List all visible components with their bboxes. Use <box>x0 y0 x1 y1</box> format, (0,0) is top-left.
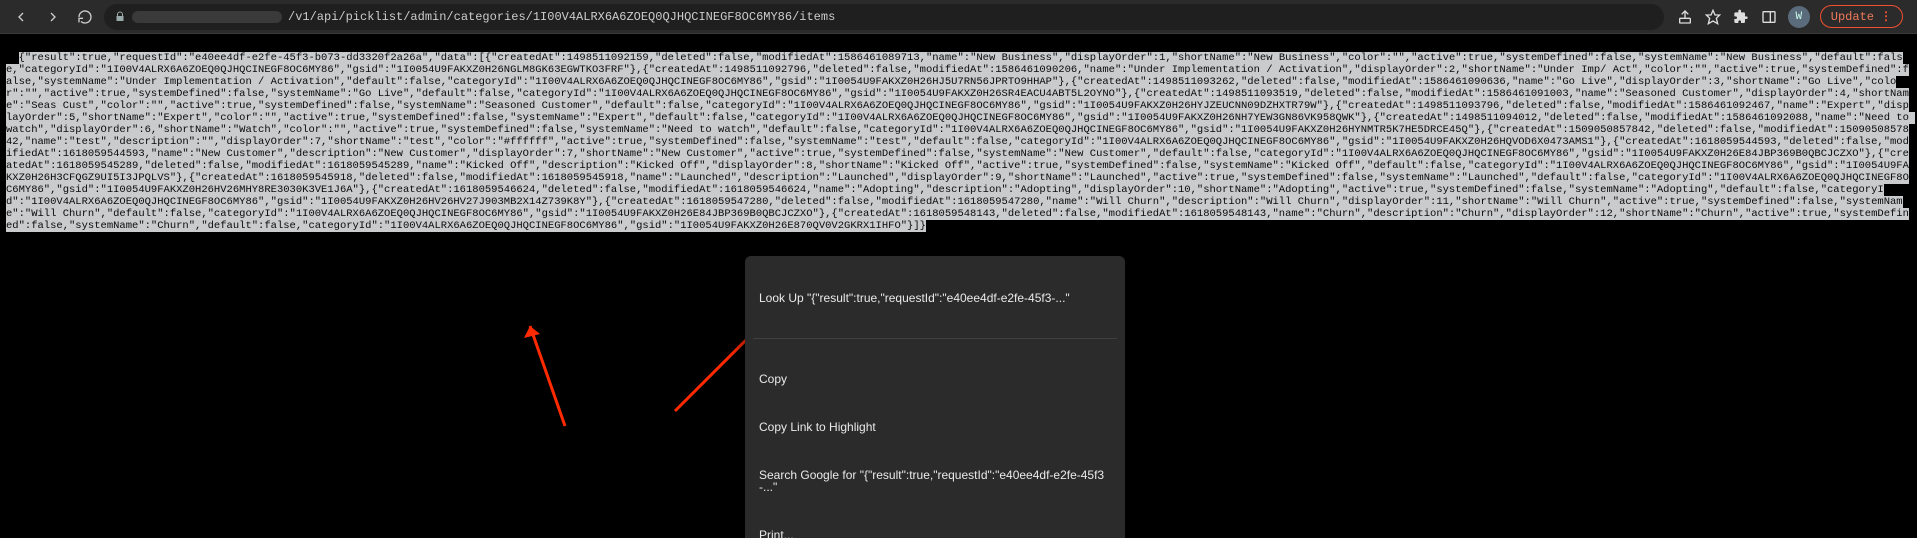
url-path: /v1/api/picklist/admin/categories/1I00V4… <box>288 10 835 24</box>
selected-text[interactable]: {"result":true,"requestId":"e40ee4df-e2f… <box>6 52 1915 232</box>
star-icon[interactable] <box>1704 8 1722 26</box>
url-host-hidden <box>132 11 282 23</box>
panel-icon[interactable] <box>1760 8 1778 26</box>
update-label: Update <box>1831 10 1874 24</box>
extensions-icon[interactable] <box>1732 8 1750 26</box>
back-button[interactable] <box>8 4 34 30</box>
ctx-separator <box>753 338 1117 339</box>
reload-button[interactable] <box>72 4 98 30</box>
url-bar[interactable]: /v1/api/picklist/admin/categories/1I00V4… <box>104 4 1664 30</box>
browser-toolbar: /v1/api/picklist/admin/categories/1I00V4… <box>0 0 1917 34</box>
context-menu: Look Up "{"result":true,"requestId":"e40… <box>745 256 1125 538</box>
lock-icon <box>114 11 126 23</box>
ctx-search[interactable]: Search Google for "{"result":true,"reque… <box>745 463 1125 499</box>
profile-avatar[interactable]: W <box>1788 6 1810 28</box>
kebab-icon: ⋮ <box>1880 9 1892 24</box>
ctx-look-up[interactable]: Look Up "{"result":true,"requestId":"e40… <box>745 286 1125 310</box>
forward-button[interactable] <box>40 4 66 30</box>
json-body[interactable]: {"result":true,"requestId":"e40ee4df-e2f… <box>0 34 1917 322</box>
ctx-copy[interactable]: Copy <box>745 367 1125 391</box>
toolbar-right: W Update ⋮ <box>1670 5 1909 28</box>
ctx-print[interactable]: Print... <box>745 523 1125 538</box>
update-button[interactable]: Update ⋮ <box>1820 5 1903 28</box>
annotation-arrow-1 <box>495 304 580 452</box>
ctx-copy-link[interactable]: Copy Link to Highlight <box>745 415 1125 439</box>
share-icon[interactable] <box>1676 8 1694 26</box>
